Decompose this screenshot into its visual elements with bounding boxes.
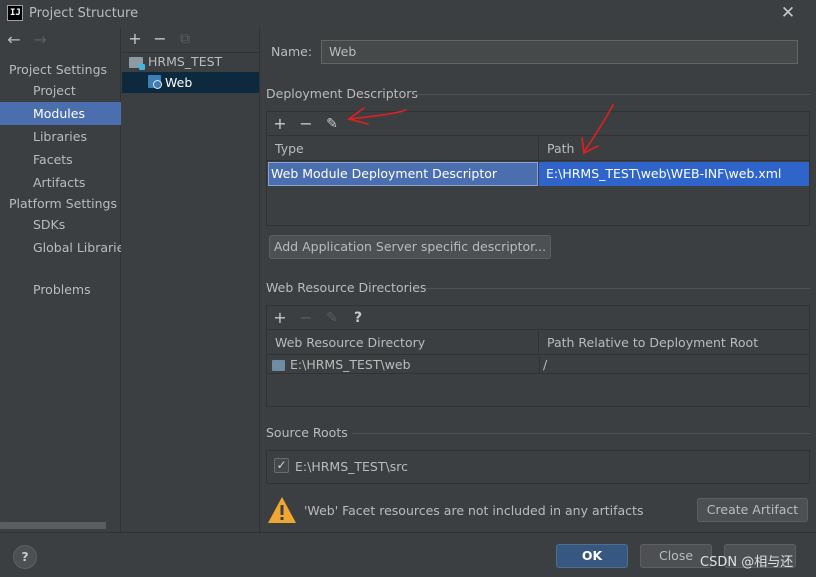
annotation-arrows (347, 104, 614, 155)
annotation-arrow-path (581, 104, 614, 155)
annotation-arrow-edit (347, 107, 407, 125)
